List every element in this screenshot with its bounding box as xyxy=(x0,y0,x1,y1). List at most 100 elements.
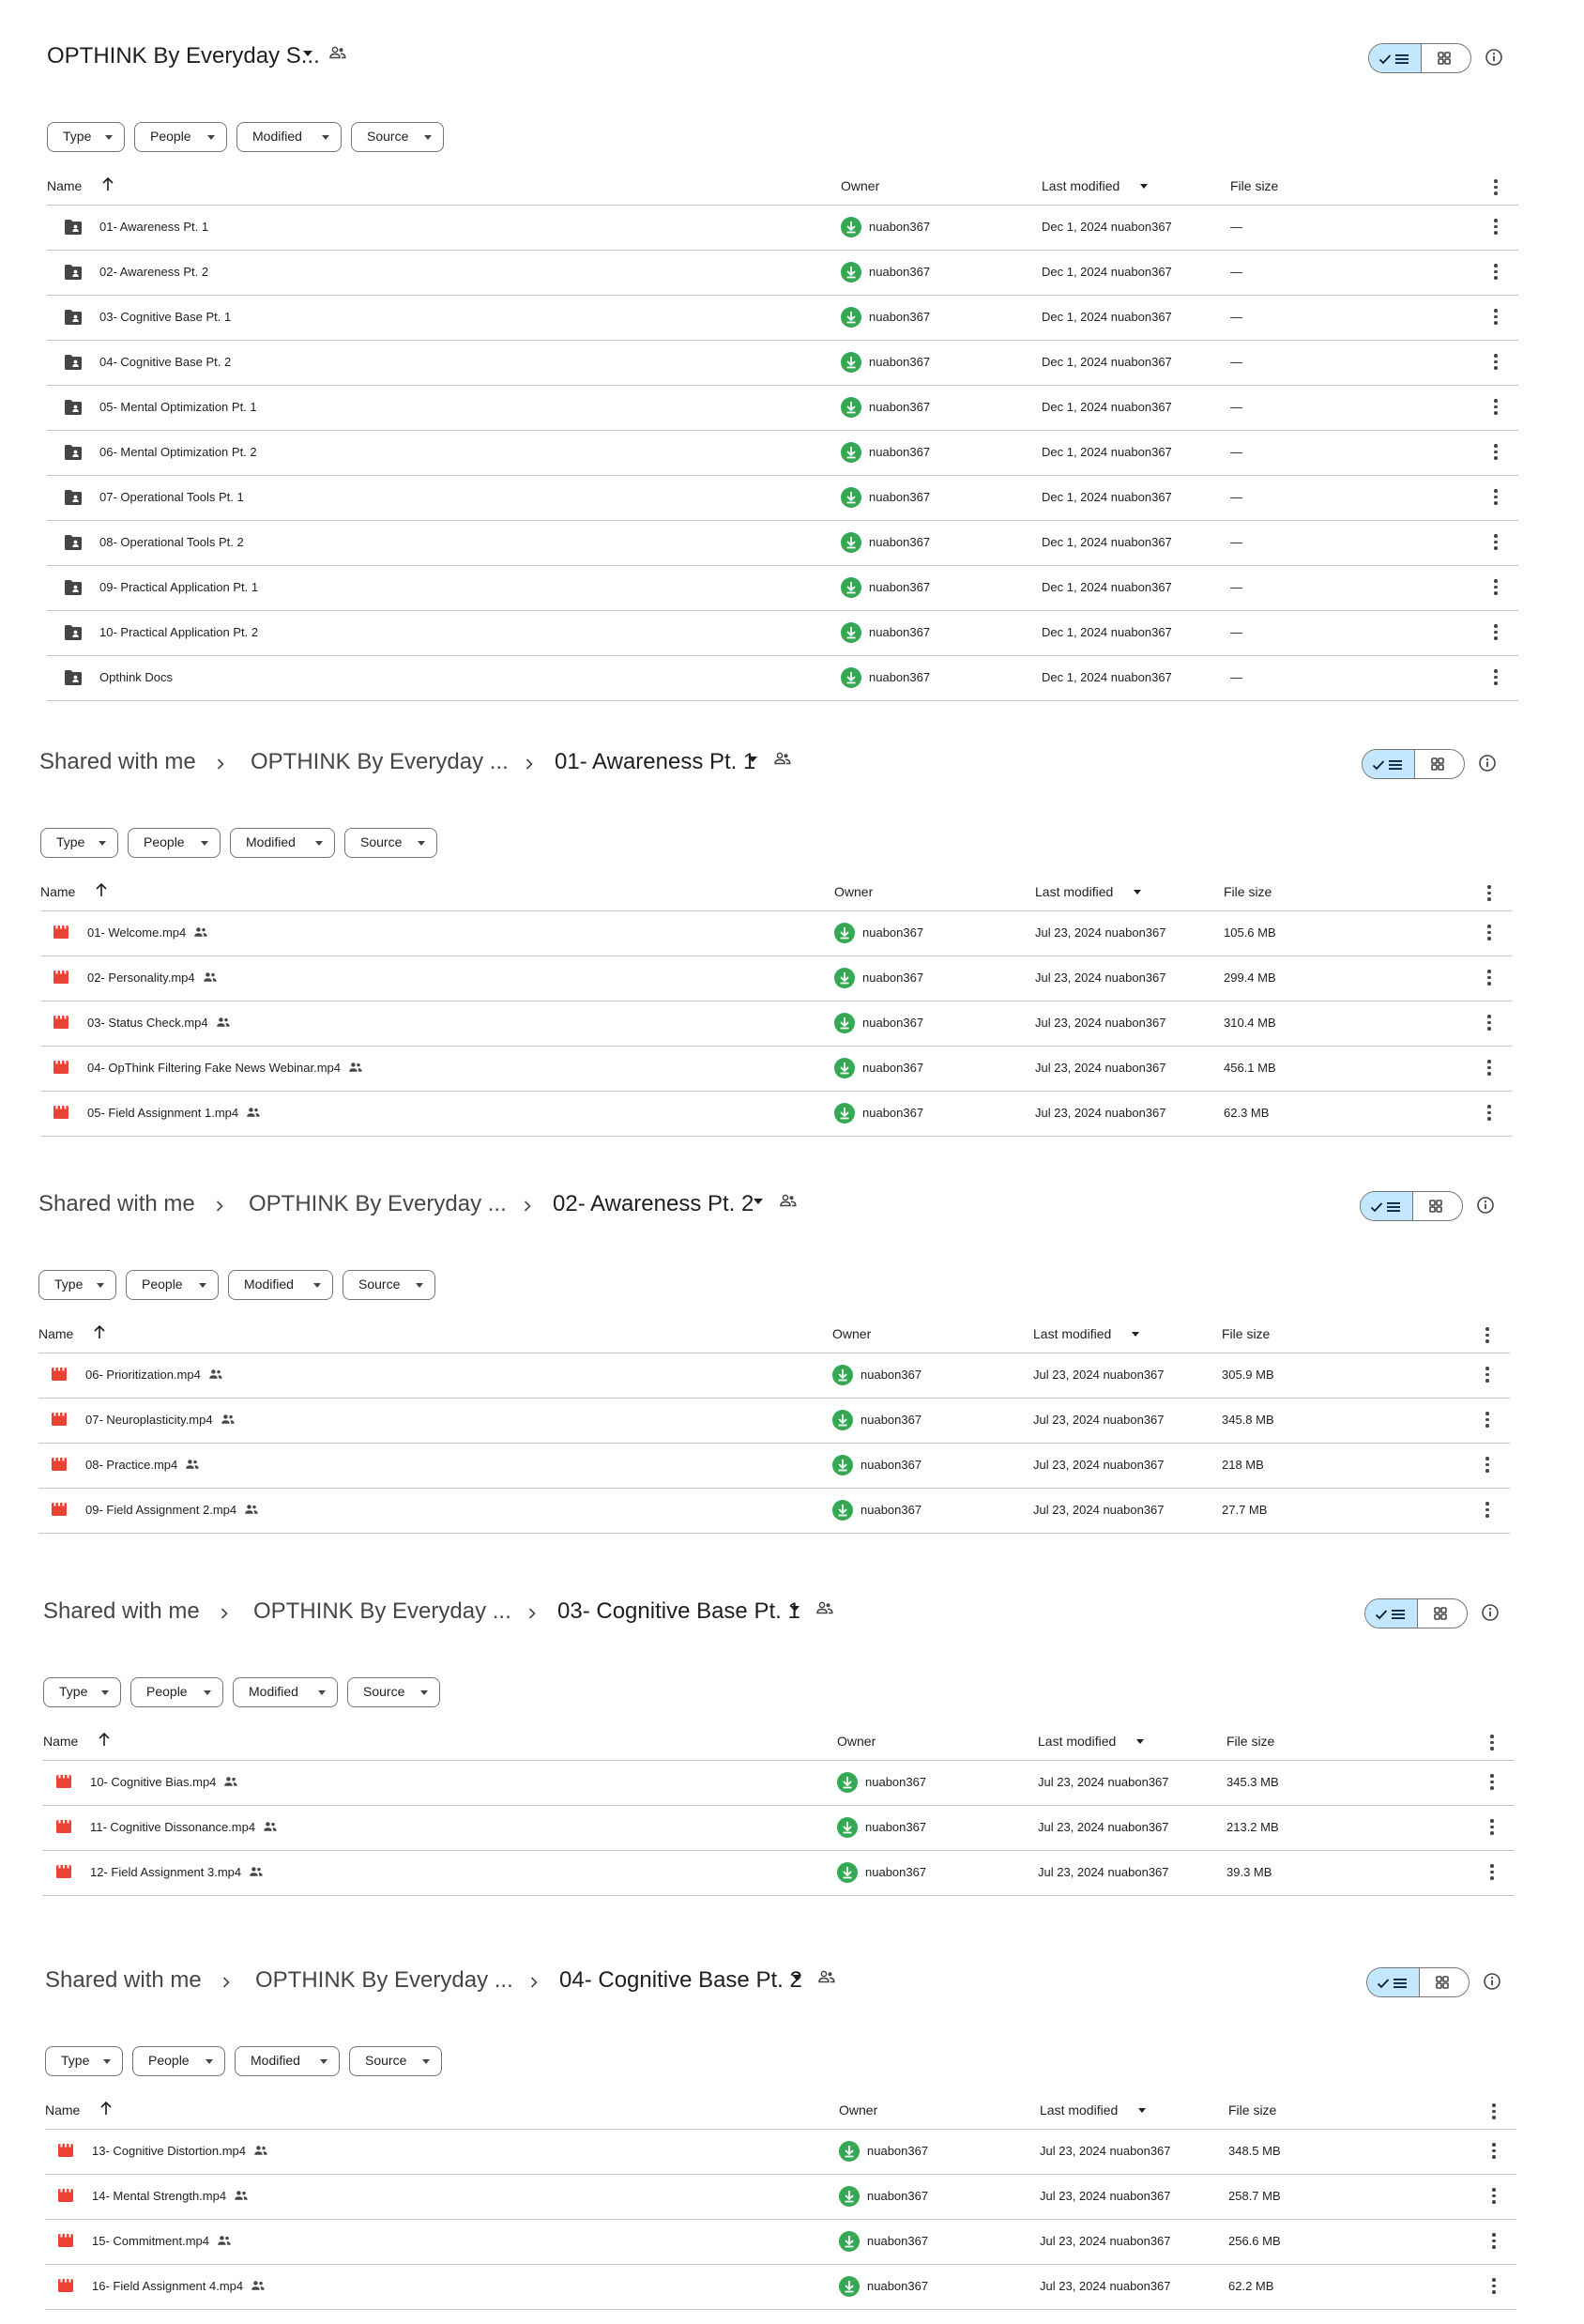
more-options-icon[interactable] xyxy=(1492,2103,1496,2122)
info-icon[interactable] xyxy=(1485,48,1503,71)
last-modified-column-header[interactable]: Last modified xyxy=(1035,884,1113,899)
folder-row[interactable]: 10- Practical Application Pt. 2 nuabon367… xyxy=(47,611,1518,656)
folder-row[interactable]: Opthink Docs nuabon367 Dec 1, 2024 nuabon3… xyxy=(47,656,1518,701)
modified-filter-chip[interactable]: Modified xyxy=(235,2046,340,2076)
file-row[interactable]: 09- Field Assignment 2.mp4 nuabon367 Jul 2… xyxy=(38,1489,1510,1534)
grid-view-button[interactable] xyxy=(1415,750,1464,778)
row-more-options-icon[interactable] xyxy=(1494,579,1498,598)
type-filter-chip[interactable]: Type xyxy=(40,828,118,858)
name-column-header[interactable]: Name xyxy=(45,2102,80,2118)
folder-row[interactable]: 06- Mental Optimization Pt. 2 nuabon367 De… xyxy=(47,431,1518,476)
file-row[interactable]: 07- Neuroplasticity.mp4 nuabon367 Jul 23, … xyxy=(38,1399,1510,1444)
breadcrumb-shared-with-me[interactable]: Shared with me xyxy=(39,749,196,775)
name-column-header[interactable]: Name xyxy=(40,884,75,899)
breadcrumb-shared-with-me[interactable]: Shared with me xyxy=(38,1191,195,1217)
row-more-options-icon[interactable] xyxy=(1487,970,1491,988)
breadcrumb-current-folder[interactable]: 01- Awareness Pt. 1 xyxy=(555,749,755,775)
row-more-options-icon[interactable] xyxy=(1492,2188,1496,2207)
folder-row[interactable]: 03- Cognitive Base Pt. 1 nuabon367 Dec 1, … xyxy=(47,296,1518,341)
modified-filter-chip[interactable]: Modified xyxy=(236,122,342,152)
row-more-options-icon[interactable] xyxy=(1490,1819,1494,1838)
list-view-button[interactable] xyxy=(1365,1599,1418,1628)
more-options-icon[interactable] xyxy=(1494,179,1498,198)
file-row[interactable]: 10- Cognitive Bias.mp4 nuabon367 Jul 23, 2… xyxy=(43,1761,1515,1806)
grid-view-button[interactable] xyxy=(1422,44,1470,72)
row-more-options-icon[interactable] xyxy=(1485,1502,1489,1521)
file-row[interactable]: 14- Mental Strength.mp4 nuabon367 Jul 23, … xyxy=(45,2175,1516,2220)
row-more-options-icon[interactable] xyxy=(1490,1864,1494,1883)
folder-title[interactable]: OPTHINK By Everyday S... xyxy=(47,43,320,69)
modified-filter-chip[interactable]: Modified xyxy=(228,1270,333,1300)
row-more-options-icon[interactable] xyxy=(1494,309,1498,328)
breadcrumb-parent-folder[interactable]: OPTHINK By Everyday ... xyxy=(251,749,509,775)
row-more-options-icon[interactable] xyxy=(1487,1015,1491,1033)
breadcrumb-current-folder[interactable]: 03- Cognitive Base Pt. 1 xyxy=(557,1598,800,1625)
file-row[interactable]: 03- Status Check.mp4 nuabon367 Jul 23, 202… xyxy=(40,1001,1512,1047)
last-modified-column-header[interactable]: Last modified xyxy=(1038,1734,1116,1749)
folder-menu-caret-icon[interactable] xyxy=(790,1606,800,1612)
file-row[interactable]: 08- Practice.mp4 nuabon367 Jul 23, 2024 nu… xyxy=(38,1444,1510,1489)
row-more-options-icon[interactable] xyxy=(1492,2233,1496,2252)
folder-menu-caret-icon[interactable] xyxy=(792,1975,801,1980)
grid-view-button[interactable] xyxy=(1413,1192,1462,1220)
breadcrumb-parent-folder[interactable]: OPTHINK By Everyday ... xyxy=(255,1967,513,1994)
people-filter-chip[interactable]: People xyxy=(134,122,227,152)
source-filter-chip[interactable]: Source xyxy=(351,122,444,152)
info-icon[interactable] xyxy=(1476,1196,1495,1219)
source-filter-chip[interactable]: Source xyxy=(347,1677,440,1707)
breadcrumb-parent-folder[interactable]: OPTHINK By Everyday ... xyxy=(253,1598,511,1625)
people-filter-chip[interactable]: People xyxy=(132,2046,225,2076)
grid-view-button[interactable] xyxy=(1418,1599,1467,1628)
list-view-button[interactable] xyxy=(1367,1968,1420,1996)
row-more-options-icon[interactable] xyxy=(1485,1412,1489,1430)
row-more-options-icon[interactable] xyxy=(1492,2143,1496,2162)
row-more-options-icon[interactable] xyxy=(1494,354,1498,373)
file-row[interactable]: 04- OpThink Filtering Fake News Webinar.… xyxy=(40,1047,1512,1092)
source-filter-chip[interactable]: Source xyxy=(343,1270,435,1300)
row-more-options-icon[interactable] xyxy=(1494,489,1498,508)
folder-menu-caret-icon[interactable] xyxy=(754,1199,763,1204)
folder-row[interactable]: 08- Operational Tools Pt. 2 nuabon367 Dec … xyxy=(47,521,1518,566)
row-more-options-icon[interactable] xyxy=(1485,1457,1489,1475)
sort-dropdown-icon[interactable] xyxy=(1138,2108,1146,2113)
row-more-options-icon[interactable] xyxy=(1494,444,1498,463)
more-options-icon[interactable] xyxy=(1487,885,1491,904)
row-more-options-icon[interactable] xyxy=(1487,925,1491,943)
sort-ascending-icon[interactable] xyxy=(93,1324,106,1344)
row-more-options-icon[interactable] xyxy=(1494,219,1498,237)
name-column-header[interactable]: Name xyxy=(43,1734,78,1749)
folder-row[interactable]: 07- Operational Tools Pt. 1 nuabon367 Dec … xyxy=(47,476,1518,521)
row-more-options-icon[interactable] xyxy=(1487,1060,1491,1078)
list-view-button[interactable] xyxy=(1363,750,1415,778)
file-row[interactable]: 01- Welcome.mp4 nuabon367 Jul 23, 2024 nua… xyxy=(40,911,1512,956)
last-modified-column-header[interactable]: Last modified xyxy=(1033,1326,1111,1341)
name-column-header[interactable]: Name xyxy=(38,1326,73,1341)
sort-dropdown-icon[interactable] xyxy=(1132,1332,1139,1337)
modified-filter-chip[interactable]: Modified xyxy=(233,1677,338,1707)
list-view-button[interactable] xyxy=(1369,44,1422,72)
folder-menu-caret-icon[interactable] xyxy=(748,757,757,762)
sort-ascending-icon[interactable] xyxy=(98,1732,111,1751)
file-row[interactable]: 06- Prioritization.mp4 nuabon367 Jul 23, 2… xyxy=(38,1353,1510,1399)
row-more-options-icon[interactable] xyxy=(1494,669,1498,688)
people-filter-chip[interactable]: People xyxy=(128,828,221,858)
info-icon[interactable] xyxy=(1478,754,1497,777)
more-options-icon[interactable] xyxy=(1490,1735,1494,1753)
breadcrumb-current-folder[interactable]: 04- Cognitive Base Pt. 2 xyxy=(559,1967,802,1994)
type-filter-chip[interactable]: Type xyxy=(45,2046,123,2076)
row-more-options-icon[interactable] xyxy=(1487,1105,1491,1124)
breadcrumb-current-folder[interactable]: 02- Awareness Pt. 2 xyxy=(553,1191,754,1217)
file-row[interactable]: 11- Cognitive Dissonance.mp4 nuabon367 Jul… xyxy=(43,1806,1515,1851)
breadcrumb-shared-with-me[interactable]: Shared with me xyxy=(43,1598,200,1625)
type-filter-chip[interactable]: Type xyxy=(47,122,125,152)
row-more-options-icon[interactable] xyxy=(1494,624,1498,643)
sort-dropdown-icon[interactable] xyxy=(1140,184,1148,189)
info-icon[interactable] xyxy=(1483,1972,1501,1995)
folder-row[interactable]: 02- Awareness Pt. 2 nuabon367 Dec 1, 2024 … xyxy=(47,251,1518,296)
folder-row[interactable]: 09- Practical Application Pt. 1 nuabon367… xyxy=(47,566,1518,611)
sort-ascending-icon[interactable] xyxy=(95,882,108,902)
source-filter-chip[interactable]: Source xyxy=(349,2046,442,2076)
sort-dropdown-icon[interactable] xyxy=(1134,890,1141,894)
info-icon[interactable] xyxy=(1481,1603,1500,1627)
breadcrumb-parent-folder[interactable]: OPTHINK By Everyday ... xyxy=(249,1191,507,1217)
